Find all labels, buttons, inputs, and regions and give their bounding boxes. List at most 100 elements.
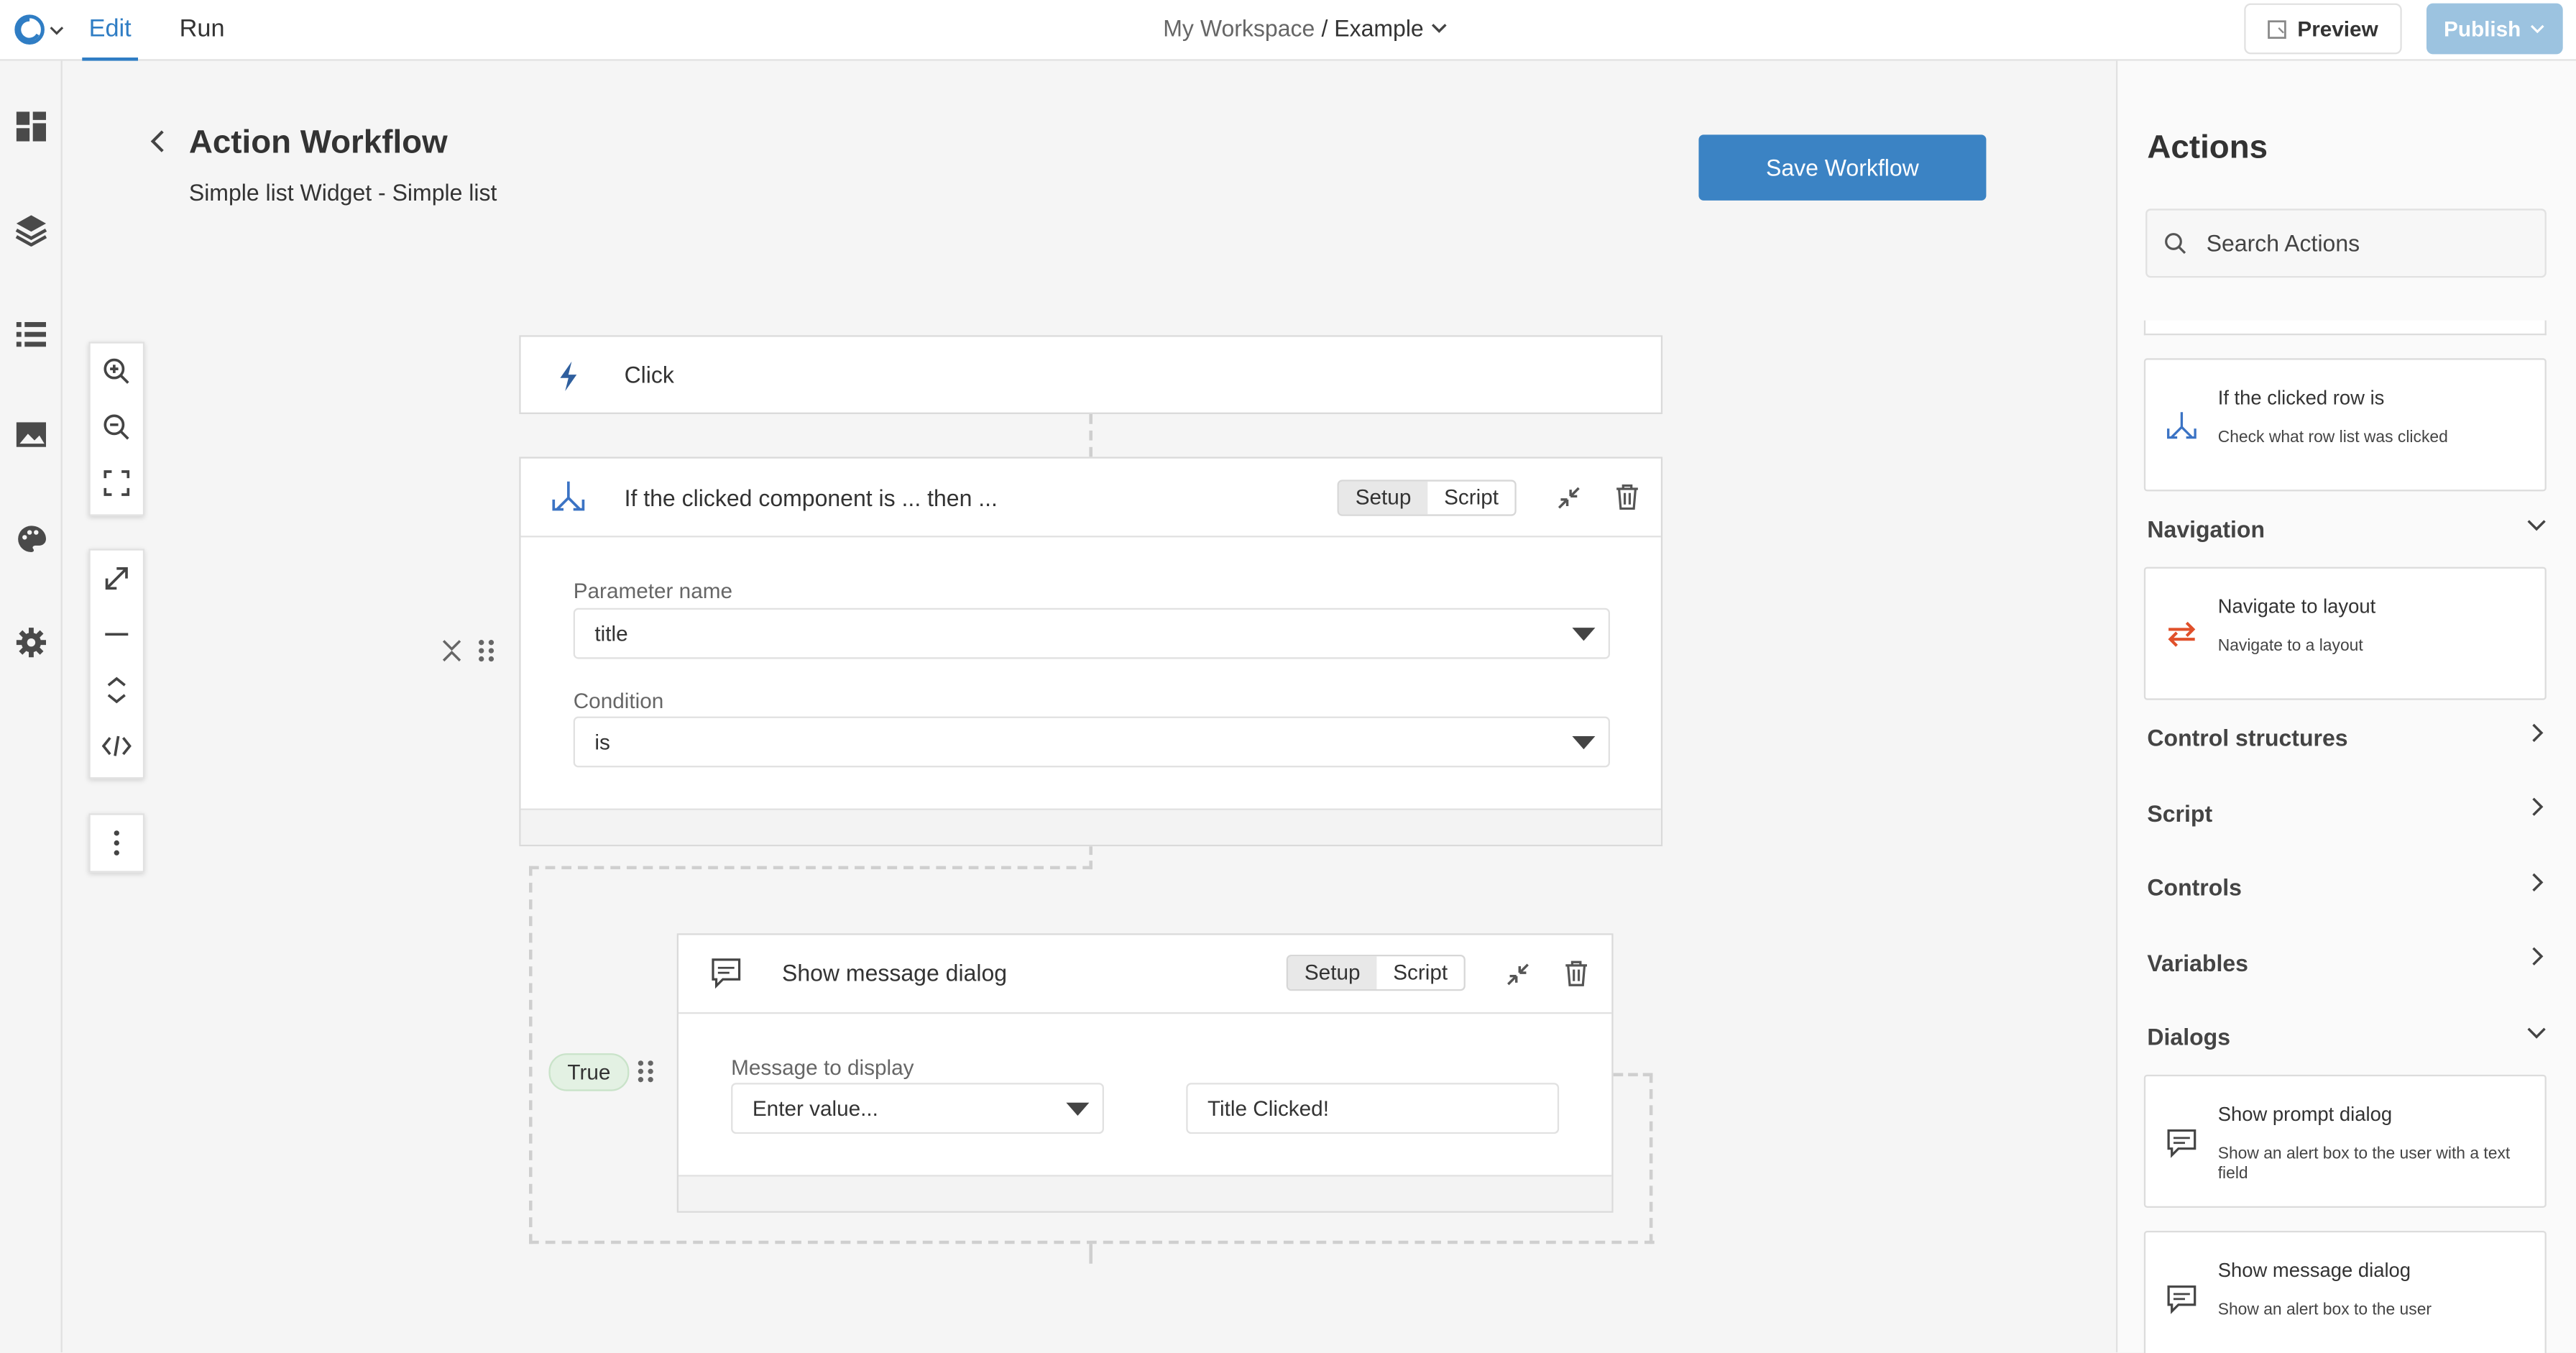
section-variables[interactable]: Variables xyxy=(2147,950,2248,976)
chevron-down-icon[interactable] xyxy=(2526,514,2546,533)
action-card-show-prompt-dialog[interactable]: Show prompt dialog Show an alert box to … xyxy=(2143,1074,2547,1208)
logo-icon xyxy=(14,14,45,45)
more-vertical-icon xyxy=(114,830,119,856)
condition-card: If the clicked component is ... then ...… xyxy=(519,457,1663,847)
action-card-partial xyxy=(2143,320,2547,336)
section-script[interactable]: Script xyxy=(2147,800,2212,827)
action-card-desc: Check what row list was clicked xyxy=(2217,428,2448,447)
action-card-if-clicked-row[interactable]: If the clicked row is Check what row lis… xyxy=(2143,358,2547,492)
preview-icon xyxy=(2268,19,2287,38)
tab-setup[interactable]: Setup xyxy=(1338,481,1428,515)
chevron-right-icon[interactable] xyxy=(2526,947,2546,966)
code-button[interactable] xyxy=(91,718,143,774)
parameter-name-select[interactable]: title xyxy=(573,607,1610,659)
message-to-display-label: Message to display xyxy=(731,1055,914,1080)
chevron-right-icon[interactable] xyxy=(2526,873,2546,892)
branch-icon xyxy=(2167,412,2196,439)
list-icon[interactable] xyxy=(13,316,49,352)
dropdown-caret-icon xyxy=(1572,628,1596,641)
trigger-card[interactable]: Click xyxy=(519,335,1663,414)
connector xyxy=(528,866,1092,870)
action-card-title: Navigate to layout xyxy=(2217,595,2376,618)
app-logo-menu[interactable] xyxy=(13,12,69,47)
tab-script[interactable]: Script xyxy=(1376,956,1464,989)
condition-card-footer xyxy=(520,808,1661,845)
message-dialog-card: Show message dialog Setup Script Message… xyxy=(676,933,1614,1213)
trigger-label: Click xyxy=(624,361,674,388)
chevron-down-icon xyxy=(2531,24,2545,34)
chevron-right-icon[interactable] xyxy=(2526,797,2546,817)
section-dialogs[interactable]: Dialogs xyxy=(2147,1024,2230,1050)
save-workflow-button[interactable]: Save Workflow xyxy=(1698,134,1987,201)
fit-screen-button[interactable] xyxy=(91,455,143,511)
parameter-name-label: Parameter name xyxy=(573,578,733,603)
drag-handle-icon[interactable] xyxy=(636,1058,656,1085)
parameter-name-value: title xyxy=(594,620,628,646)
layers-icon[interactable] xyxy=(13,211,49,247)
chevron-right-icon[interactable] xyxy=(2526,723,2546,743)
more-button[interactable] xyxy=(91,815,143,871)
section-controls[interactable]: Controls xyxy=(2147,874,2242,901)
collapse-branch-icon[interactable] xyxy=(441,638,464,664)
action-card-navigate-layout[interactable]: Navigate to layout Navigate to a layout xyxy=(2143,567,2547,700)
message-source-select[interactable]: Enter value... xyxy=(731,1083,1104,1134)
palette-icon[interactable] xyxy=(13,521,49,557)
left-rail xyxy=(0,60,63,1353)
true-branch-badge: True xyxy=(548,1053,630,1091)
branch-frame xyxy=(528,866,533,1244)
dropdown-caret-icon xyxy=(1572,735,1596,750)
search-actions-input[interactable]: Search Actions xyxy=(2145,208,2547,278)
dashboard-icon[interactable] xyxy=(13,109,49,145)
breadcrumb-workspace[interactable]: My Workspace xyxy=(1163,15,1315,42)
page-title: Action Workflow xyxy=(188,124,448,161)
action-card-show-message-dialog[interactable]: Show message dialog Show an alert box to… xyxy=(2143,1230,2547,1353)
breadcrumb[interactable]: My Workspace / Example xyxy=(1163,15,1446,42)
expand-button[interactable] xyxy=(91,551,143,607)
search-placeholder: Search Actions xyxy=(2206,229,2360,257)
tab-script[interactable]: Script xyxy=(1427,482,1515,515)
connector xyxy=(1613,1073,1653,1077)
section-control-structures[interactable]: Control structures xyxy=(2147,725,2347,751)
tab-run[interactable]: Run xyxy=(174,0,230,61)
back-icon[interactable] xyxy=(144,128,171,155)
action-card-desc: Show an alert box to the user with a tex… xyxy=(2217,1145,2511,1183)
message-icon xyxy=(2167,1129,2196,1158)
condition-tab-switch: Setup Script xyxy=(1337,480,1517,516)
expand-vertical-button[interactable] xyxy=(91,662,143,718)
trash-icon[interactable] xyxy=(1564,960,1588,988)
preview-button[interactable]: Preview xyxy=(2244,3,2402,55)
zoom-in-icon xyxy=(104,358,129,384)
message-text-input[interactable]: Title Clicked! xyxy=(1186,1083,1560,1134)
condition-value: is xyxy=(594,729,610,755)
action-card-title: Show message dialog xyxy=(2217,1258,2411,1282)
minimize-icon[interactable] xyxy=(1556,485,1583,511)
gear-icon[interactable] xyxy=(13,625,49,661)
collapse-button[interactable] xyxy=(91,606,143,662)
branch-frame xyxy=(1649,1073,1653,1244)
condition-select[interactable]: is xyxy=(573,716,1610,768)
breadcrumb-project[interactable]: / Example xyxy=(1321,15,1423,42)
message-card-header: Show message dialog Setup Script xyxy=(678,935,1612,1014)
action-card-title: If the clicked row is xyxy=(2217,386,2385,410)
tab-setup[interactable]: Setup xyxy=(1287,956,1377,989)
image-icon[interactable] xyxy=(13,416,49,451)
page-subtitle: Simple list Widget - Simple list xyxy=(188,179,497,206)
publish-button[interactable]: Publish xyxy=(2426,3,2563,55)
action-card-title: Show prompt dialog xyxy=(2217,1102,2393,1126)
zoom-in-button[interactable] xyxy=(91,344,143,400)
trash-icon[interactable] xyxy=(1615,483,1639,511)
tab-edit[interactable]: Edit xyxy=(82,0,138,61)
lightning-icon xyxy=(560,361,577,391)
chevron-down-icon[interactable] xyxy=(2526,1022,2546,1042)
drag-handle-icon[interactable] xyxy=(477,638,496,664)
fit-screen-icon xyxy=(104,470,130,496)
zoom-toolbar xyxy=(88,341,145,516)
zoom-out-button[interactable] xyxy=(91,399,143,455)
expand-vertical-icon xyxy=(107,676,126,704)
minimize-icon[interactable] xyxy=(1505,961,1532,988)
publish-label: Publish xyxy=(2444,16,2521,42)
section-navigation[interactable]: Navigation xyxy=(2147,516,2265,543)
connector xyxy=(1089,1244,1092,1264)
preview-label: Preview xyxy=(2297,16,2378,42)
top-bar: Edit Run My Workspace / Example Preview … xyxy=(0,0,2576,61)
